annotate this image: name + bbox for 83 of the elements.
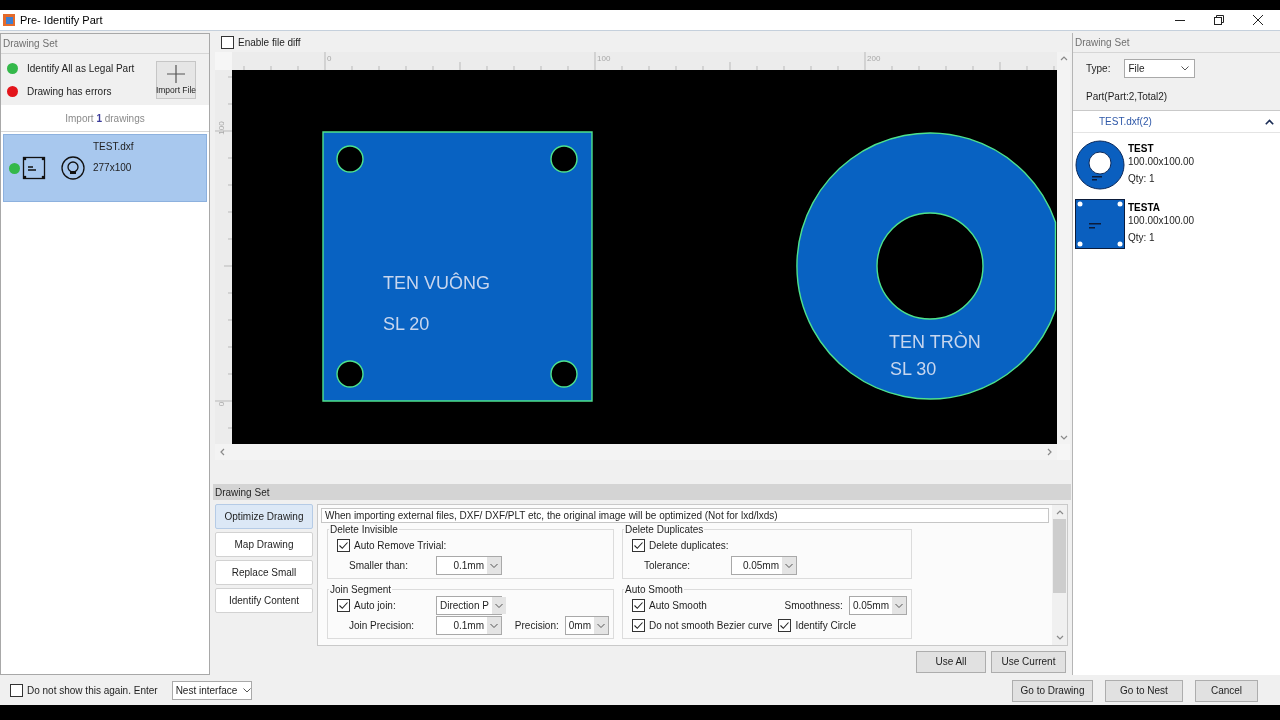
caret-icon	[782, 556, 796, 574]
options-tab[interactable]: Identify Content	[215, 588, 313, 613]
dropdown[interactable]: 0mm	[564, 615, 609, 635]
plus-icon	[167, 64, 185, 83]
square-part-icon	[22, 156, 46, 180]
part-name: TESTA	[1128, 202, 1162, 213]
legend-label: Identify All as Legal Part	[27, 62, 135, 74]
field-label: Tolerance:	[643, 559, 692, 571]
part-size: 100.00x100.00	[1128, 156, 1195, 167]
caret-icon	[243, 688, 252, 693]
file-size: 277x100	[93, 162, 133, 173]
checkbox-option[interactable]: Enable file diff	[221, 36, 301, 49]
checkbox-option[interactable]: Auto join:	[337, 598, 430, 612]
panel-header: Drawing Set	[1, 34, 209, 54]
window-title: Pre- Identify Part	[20, 14, 103, 26]
close-icon	[1252, 15, 1263, 25]
footer-button[interactable]: Cancel	[1195, 679, 1258, 702]
group-title: Delete Duplicates	[624, 524, 705, 535]
ruler-label: 100	[217, 121, 226, 135]
dropdown[interactable]: 0.05mm	[848, 595, 907, 615]
options-tab[interactable]: Replace Small	[215, 560, 313, 585]
checkbox-option[interactable]: Do not smooth Bezier curve	[632, 618, 773, 632]
chevron-down-icon[interactable]	[1055, 634, 1064, 641]
field-label: Smaller than:	[348, 559, 409, 571]
use-button[interactable]: Use All	[916, 650, 986, 673]
dropdown[interactable]: Nest interface	[171, 681, 252, 700]
caret-icon	[594, 616, 608, 634]
dropdown[interactable]: File	[1124, 58, 1196, 78]
vertical-scrollbar[interactable]	[1052, 505, 1067, 645]
minimize-icon	[1174, 19, 1185, 21]
chevron-up-icon[interactable]	[1055, 509, 1064, 516]
chevron-left-icon[interactable]	[219, 448, 226, 456]
caret-icon	[1181, 65, 1190, 71]
caret-icon	[491, 596, 506, 614]
part-label: SL 20	[383, 314, 430, 334]
footer-button[interactable]: Go to Drawing	[1012, 679, 1093, 702]
group-title: Join Segment	[329, 584, 393, 595]
use-button[interactable]: Use Current	[991, 650, 1066, 673]
checkbox-option[interactable]: Delete duplicates:	[632, 538, 729, 552]
dropdown[interactable]: 0.1mm	[436, 615, 502, 635]
caret-icon	[487, 556, 501, 574]
drawing-canvas[interactable]: TEN VUÔNG SL 20 TEN TRÒN SL 30	[232, 70, 1057, 444]
checkbox-option[interactable]: Auto Smooth	[632, 598, 725, 612]
field-label: Type:	[1086, 62, 1111, 74]
ring-thumbnail-icon	[1075, 140, 1125, 190]
legend-label: Drawing has errors	[27, 85, 112, 97]
footer-button[interactable]: Go to Nest	[1105, 679, 1183, 702]
field-label: Join Precision:	[348, 619, 416, 631]
part-size: 100.00x100.00	[1128, 215, 1195, 226]
dropdown[interactable]: 0.1mm	[436, 555, 502, 575]
round-part-icon	[61, 156, 85, 180]
field-label: Smoothness:	[784, 599, 843, 611]
part-label: SL 30	[890, 359, 937, 379]
options-tab[interactable]: Optimize Drawing	[215, 504, 313, 529]
file-name: TEST.dxf	[93, 141, 134, 152]
app-logo-icon	[3, 14, 15, 26]
caret-icon	[892, 596, 906, 614]
chevron-down-icon[interactable]	[1059, 434, 1068, 441]
group-title: Delete Invisible	[329, 524, 399, 535]
options-tab[interactable]: Map Drawing	[215, 532, 313, 557]
dropdown[interactable]: 0.05mm	[731, 555, 797, 575]
checkbox-option[interactable]: Do not show this again. Enter	[10, 684, 158, 697]
file-list-item[interactable]: TEST.dxf 277x100	[3, 134, 207, 202]
import-summary: Import 1 drawings	[65, 112, 145, 124]
chevron-up-icon[interactable]	[1059, 55, 1068, 62]
part-quantity: Qty: 1	[1128, 232, 1156, 243]
restore-icon	[1213, 15, 1224, 25]
part-name: TEST	[1128, 143, 1155, 154]
field-label: Precision:	[514, 619, 559, 631]
part-quantity: Qty: 1	[1128, 173, 1156, 184]
group-title: Auto Smooth	[624, 584, 684, 595]
group-header[interactable]: TEST.dxf(2)	[1073, 111, 1280, 133]
section-header: Drawing Set	[213, 484, 1071, 500]
part-label: TEN TRÒN	[889, 332, 981, 352]
description-text: When importing external files, DXF/ DXF/PLT etc, the original image will be optimized (Not for lxd/lxds)	[321, 508, 1049, 523]
ruler-label: 100	[597, 54, 611, 63]
checkbox-option[interactable]: Auto Remove Trivial:	[337, 538, 447, 552]
caret-icon	[487, 616, 501, 634]
scrollbar-thumb[interactable]	[1053, 519, 1066, 593]
checkbox-option[interactable]: Identify Circle	[778, 618, 856, 632]
chevron-right-icon[interactable]	[1046, 448, 1053, 456]
part-label: TEN VUÔNG	[383, 273, 490, 293]
import-file-button[interactable]: Import File	[156, 60, 196, 99]
